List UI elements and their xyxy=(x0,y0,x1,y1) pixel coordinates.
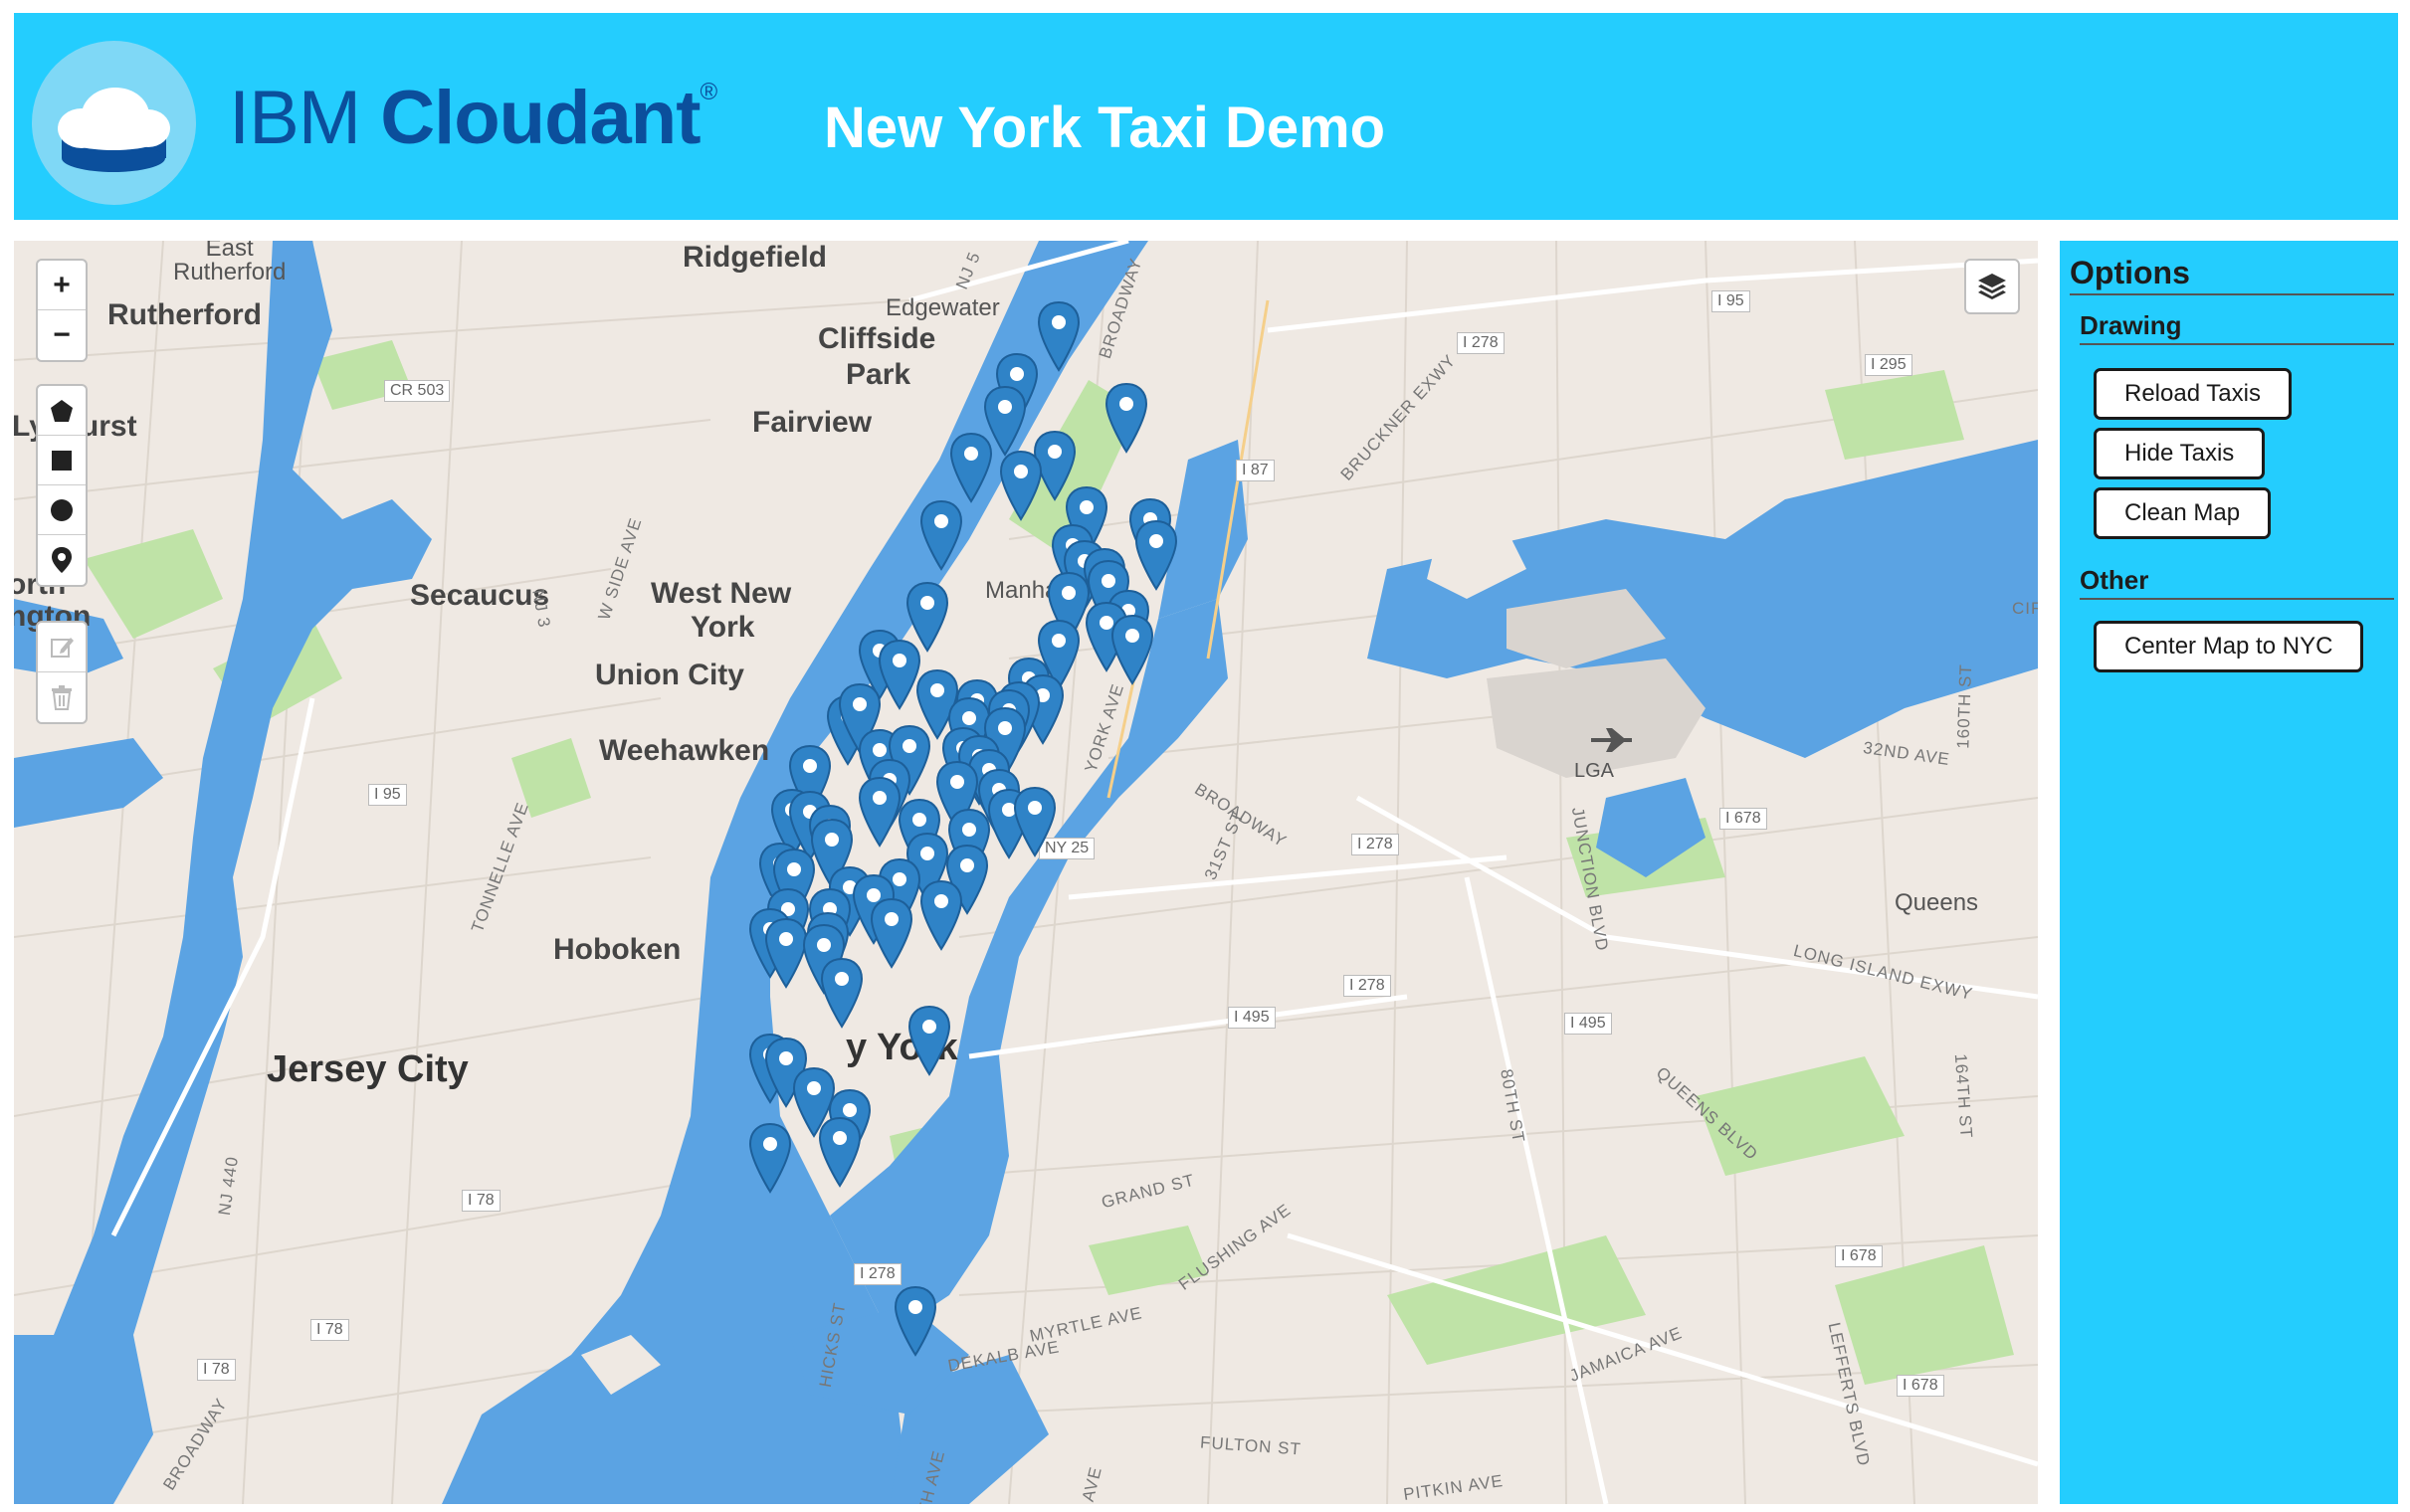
app-header: IBM Cloudant® New York Taxi Demo xyxy=(14,13,2398,220)
edit-toolbar xyxy=(36,621,88,724)
shield-i95: I 95 xyxy=(1711,290,1750,312)
draw-circle-button[interactable] xyxy=(38,485,86,535)
label-union-city: Union City xyxy=(595,659,744,691)
draw-marker-button[interactable] xyxy=(38,535,86,585)
shield-i278-b: I 278 xyxy=(1343,975,1391,997)
road-160th: 160TH ST xyxy=(1953,662,1976,750)
label-jersey-city: Jersey City xyxy=(267,1048,469,1090)
label-york-wny: York xyxy=(691,611,755,644)
label-lga: LGA xyxy=(1574,760,1615,782)
taxi-marker-icon[interactable] xyxy=(1109,614,1155,685)
options-title: Options xyxy=(2070,255,2394,295)
cloudant-logo xyxy=(32,41,196,205)
taxi-marker-icon[interactable] xyxy=(948,432,994,503)
zoom-in-button[interactable]: + xyxy=(38,261,86,310)
taxi-marker-icon[interactable] xyxy=(998,450,1044,521)
brand-name: IBM Cloudant® xyxy=(229,75,718,161)
brand-bold: Cloudant xyxy=(380,76,701,160)
taxi-marker-icon[interactable] xyxy=(918,879,964,951)
clean-map-button[interactable]: Clean Map xyxy=(2094,487,2272,539)
shield-i87: I 87 xyxy=(1236,460,1275,481)
shield-i678-b: I 678 xyxy=(1835,1245,1883,1267)
label-ridgefield: Ridgefield xyxy=(683,241,828,274)
label-fairview: Fairview xyxy=(752,406,873,439)
shield-i78-c: I 78 xyxy=(197,1359,236,1381)
shield-i678-c: I 678 xyxy=(1897,1375,1944,1397)
label-edgewater: Edgewater xyxy=(886,294,1000,321)
options-sidebar: Options Drawing Reload Taxis Hide Taxis … xyxy=(2060,241,2398,1504)
taxi-marker-icon[interactable] xyxy=(819,957,865,1029)
taxi-marker-icon[interactable] xyxy=(747,1122,793,1194)
trash-icon xyxy=(52,685,72,710)
shield-cr503: CR 503 xyxy=(384,380,451,402)
shield-i278-q: I 278 xyxy=(1351,834,1399,855)
shield-i278: I 278 xyxy=(1457,332,1505,354)
taxi-marker-icon[interactable] xyxy=(918,499,964,571)
label-weehawken: Weehawken xyxy=(599,734,770,767)
draw-rectangle-button[interactable] xyxy=(38,436,86,485)
brand-light: IBM xyxy=(229,76,381,160)
label-queens: Queens xyxy=(1895,889,1979,916)
taxi-marker-icon[interactable] xyxy=(1104,382,1149,454)
taxi-marker-icon[interactable] xyxy=(869,897,914,969)
road-cir: CIR xyxy=(2012,599,2038,618)
delete-layers-button[interactable] xyxy=(38,672,86,722)
taxi-marker-icon[interactable] xyxy=(1133,519,1179,591)
draw-polygon-button[interactable] xyxy=(38,386,86,436)
polygon-icon xyxy=(51,399,73,422)
edit-layers-button[interactable] xyxy=(38,623,86,672)
marker-icon xyxy=(52,547,72,573)
label-east-rutherford: East Rutherford xyxy=(173,241,287,285)
label-hoboken: Hoboken xyxy=(553,933,682,966)
shield-i95-nj: I 95 xyxy=(368,784,407,806)
rectangle-icon xyxy=(52,450,72,471)
shield-i278-bk: I 278 xyxy=(854,1263,902,1285)
shield-i78-b: I 78 xyxy=(310,1319,349,1341)
shield-i495-b: I 495 xyxy=(1564,1013,1612,1035)
circle-icon xyxy=(51,498,73,521)
draw-toolbar xyxy=(36,384,88,587)
shield-i295: I 295 xyxy=(1865,354,1912,376)
shield-i678: I 678 xyxy=(1719,808,1767,830)
zoom-control: + − xyxy=(36,259,88,362)
drawing-section-title: Drawing xyxy=(2080,310,2394,345)
layers-button[interactable] xyxy=(1964,259,2020,314)
taxi-marker-icon[interactable] xyxy=(817,1116,863,1188)
shield-i78: I 78 xyxy=(462,1190,501,1212)
hide-taxis-button[interactable]: Hide Taxis xyxy=(2094,428,2266,479)
brand-reg: ® xyxy=(700,79,718,105)
label-west-new: West New xyxy=(651,577,792,610)
label-rutherford: Rutherford xyxy=(107,298,262,331)
page-title: New York Taxi Demo xyxy=(824,95,1386,160)
taxi-marker-icon[interactable] xyxy=(1012,786,1058,857)
edit-icon xyxy=(51,637,74,658)
reload-taxis-button[interactable]: Reload Taxis xyxy=(2094,368,2292,420)
taxi-marker-icon[interactable] xyxy=(893,1285,938,1357)
center-map-button[interactable]: Center Map to NYC xyxy=(2094,621,2364,672)
layers-icon xyxy=(1978,274,2006,299)
zoom-out-button[interactable]: − xyxy=(38,310,86,360)
label-cliffside: Cliffside xyxy=(818,322,936,355)
cloud-icon xyxy=(58,88,170,172)
label-park: Park xyxy=(846,358,911,391)
taxi-marker-icon[interactable] xyxy=(906,1005,952,1076)
taxi-marker-icon[interactable] xyxy=(1036,300,1082,372)
other-section-title: Other xyxy=(2080,565,2394,600)
shield-i495: I 495 xyxy=(1228,1007,1276,1029)
taxi-map[interactable]: East Rutherford Rutherford Ly hurst Ridg… xyxy=(14,241,2038,1504)
